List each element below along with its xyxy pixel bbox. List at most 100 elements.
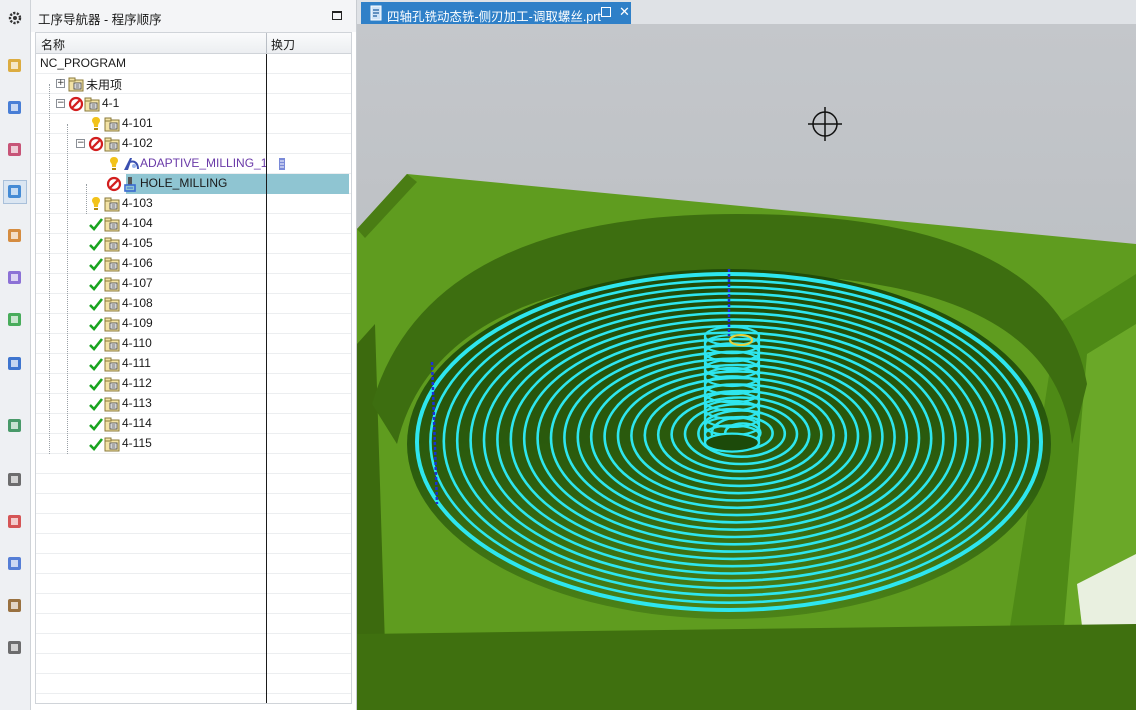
program-folder-icon [104, 356, 120, 372]
operation-navigator-icon[interactable] [3, 180, 27, 204]
history-icon[interactable] [3, 468, 27, 492]
tree-node[interactable]: 4-109 [36, 314, 351, 334]
column-header-name[interactable]: 名称 [41, 36, 65, 53]
empty-row [36, 594, 351, 614]
tree-node[interactable]: 4-104 [36, 214, 351, 234]
empty-row [36, 674, 351, 694]
excluded-status-icon [68, 96, 84, 112]
part-front-face [357, 624, 1136, 710]
tree-node-label: 4-106 [122, 256, 153, 270]
process-studio-icon[interactable] [3, 594, 27, 618]
collapse-icon[interactable]: − [76, 139, 85, 148]
empty-row [36, 474, 351, 494]
expand-icon[interactable]: + [56, 79, 65, 88]
document-tab-bar: 四轴孔铣动态铣-侧刃加工-调取螺丝.prt ✕ [357, 0, 1136, 24]
tree-node[interactable]: − 4-1 [36, 94, 351, 114]
tree-connector [86, 184, 87, 214]
complete-status-icon [88, 436, 104, 452]
cam-templates-icon[interactable] [3, 636, 27, 660]
complete-status-icon [88, 276, 104, 292]
collapse-icon[interactable]: − [56, 99, 65, 108]
web-browser-icon[interactable] [3, 414, 27, 438]
tree-node-label: 4-101 [122, 116, 153, 130]
tree-node-label: 4-111 [122, 356, 151, 370]
document-tab[interactable]: 四轴孔铣动态铣-侧刃加工-调取螺丝.prt ✕ [361, 2, 631, 24]
gear-icon[interactable] [3, 6, 27, 30]
tree-node[interactable]: − 4-102 [36, 134, 351, 154]
3d-model-scene[interactable] [357, 24, 1136, 710]
info-icon[interactable] [3, 352, 27, 376]
excluded-status-icon [88, 136, 104, 152]
tree-connector [67, 124, 68, 454]
program-folder-icon [104, 376, 120, 392]
tree-node[interactable]: + 未用项 [36, 74, 351, 94]
roles-icon[interactable] [3, 510, 27, 534]
document-tab-label: 四轴孔铣动态铣-侧刃加工-调取螺丝.prt [387, 10, 601, 24]
program-folder-icon [104, 136, 120, 152]
close-icon[interactable]: ✕ [619, 4, 630, 20]
tree-node[interactable]: 4-108 [36, 294, 351, 314]
tree-node-label: 4-113 [122, 396, 152, 410]
maximize-icon[interactable] [332, 11, 342, 20]
tree-connector [49, 84, 50, 454]
empty-row [36, 494, 351, 514]
tree-node[interactable]: 4-105 [36, 234, 351, 254]
navigator-title-bar: 工序导航器 - 程序顺序 [31, 0, 356, 32]
program-folder-icon [104, 216, 120, 232]
complete-status-icon [88, 296, 104, 312]
tree-node[interactable]: 4-113 [36, 394, 351, 414]
empty-row [36, 694, 351, 703]
hole-milling-op-icon [122, 176, 138, 192]
complete-status-icon [88, 336, 104, 352]
tree-node[interactable]: 4-110 [36, 334, 351, 354]
part-navigator-icon[interactable] [3, 138, 27, 162]
tree-node-label: 4-108 [122, 296, 153, 310]
tree-node-label: 4-104 [122, 216, 153, 230]
constraint-navigator-icon[interactable] [3, 96, 27, 120]
tree-node[interactable]: 4-112 [36, 374, 351, 394]
complete-status-icon [88, 256, 104, 272]
tree-node[interactable]: 4-115 [36, 434, 351, 454]
operation-navigator-panel: 工序导航器 - 程序顺序 名称 换刀 NC_PROGRAM + 未用项 −4-1 4-1… [31, 0, 357, 710]
tree-node[interactable]: ADAPTIVE_MILLING_1 [36, 154, 351, 174]
tree-node-label: NC_PROGRAM [40, 56, 127, 70]
tree-node-label: 4-110 [122, 336, 152, 350]
tree-node[interactable]: 4-101 [36, 114, 351, 134]
tree-node[interactable]: HOLE_MILLING [36, 174, 351, 194]
regenerate-status-icon [88, 116, 104, 132]
navigator-title: 工序导航器 - 程序顺序 [38, 13, 162, 27]
column-separator [266, 54, 267, 703]
program-folder-icon [104, 116, 120, 132]
library-icon[interactable] [3, 308, 27, 332]
resource-bar [0, 0, 31, 710]
empty-row [36, 654, 351, 674]
program-folder-icon [68, 76, 84, 92]
tree-node-label: 4-107 [122, 276, 153, 290]
tree-node[interactable]: 4-106 [36, 254, 351, 274]
assembly-navigator-icon[interactable] [3, 54, 27, 78]
tree-node-label: 4-105 [122, 236, 153, 250]
tree-root-node[interactable]: NC_PROGRAM [36, 54, 351, 74]
undock-icon[interactable] [601, 7, 611, 17]
complete-status-icon [88, 416, 104, 432]
regenerate-status-icon [106, 156, 122, 172]
system-materials-icon[interactable] [3, 552, 27, 576]
machine-tool-icon[interactable] [3, 224, 27, 248]
helix-loop [703, 432, 761, 453]
column-header-tool-change[interactable]: 换刀 [271, 36, 295, 53]
operation-tree: 名称 换刀 NC_PROGRAM + 未用项 − 4-1 4-101 − 4-102 ADAPT… [35, 32, 352, 704]
complete-status-icon [88, 356, 104, 372]
tree-header: 名称 换刀 [36, 33, 351, 54]
empty-row [36, 634, 351, 654]
tree-node-label: HOLE_MILLING [140, 176, 228, 190]
tree-node-label: 4-112 [122, 376, 152, 390]
program-folder-icon [104, 396, 120, 412]
complete-status-icon [88, 216, 104, 232]
feature-navigator-icon[interactable] [3, 266, 27, 290]
empty-row [36, 614, 351, 634]
tree-node[interactable]: 4-111 [36, 354, 351, 374]
tree-node[interactable]: 4-103 [36, 194, 351, 214]
tree-node[interactable]: 4-114 [36, 414, 351, 434]
tree-node[interactable]: 4-107 [36, 274, 351, 294]
graphics-viewport[interactable]: 四轴孔铣动态铣-侧刃加工-调取螺丝.prt ✕ [357, 0, 1136, 710]
